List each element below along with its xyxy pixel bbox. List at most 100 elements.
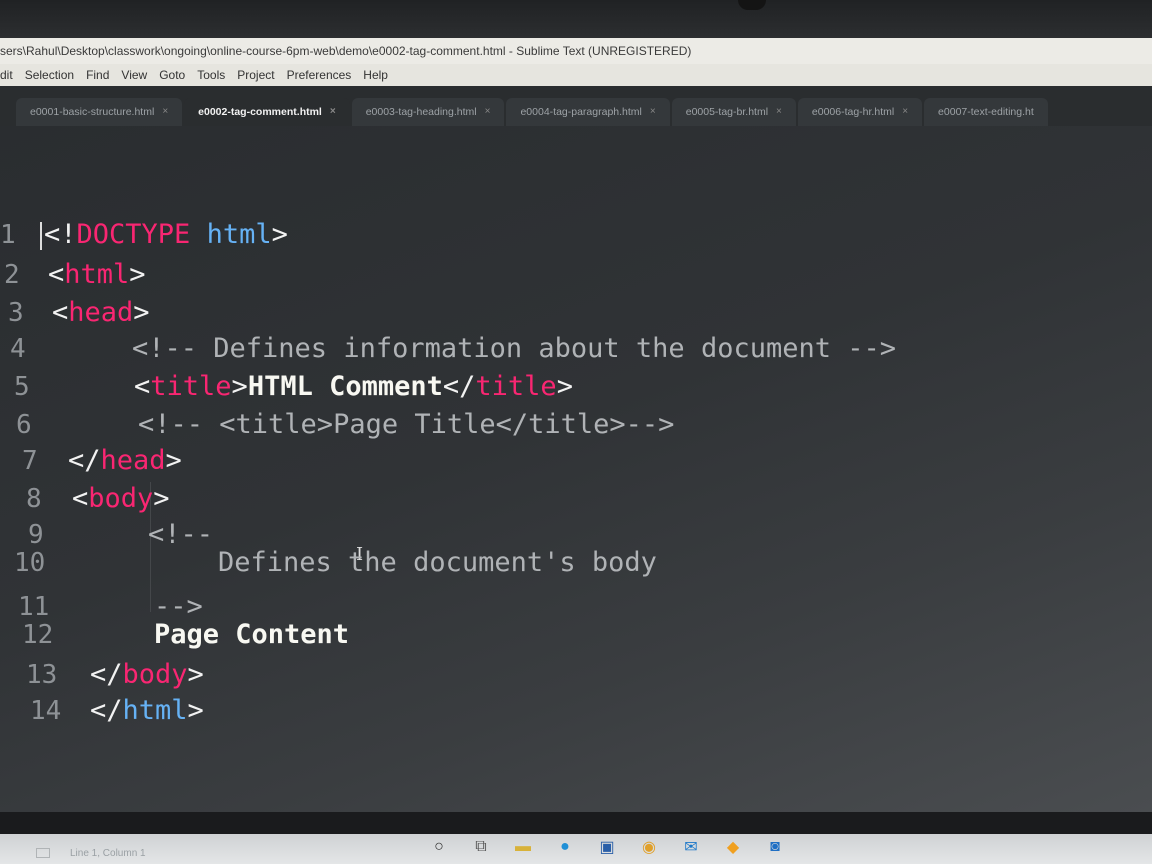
code-token: > xyxy=(165,445,182,476)
line-number: 7 xyxy=(22,446,38,476)
close-icon[interactable]: × xyxy=(330,98,336,126)
code-token: body xyxy=(88,483,154,514)
code-token: DOCTYPE xyxy=(76,219,191,250)
code-line[interactable]: </html> xyxy=(90,694,204,728)
menu-view[interactable]: View xyxy=(121,64,147,86)
menu-help[interactable]: Help xyxy=(363,64,388,86)
code-line[interactable]: Defines the document's body xyxy=(218,546,657,580)
window-title: sers\Rahul\Desktop\classwork\ongoing\onl… xyxy=(0,38,1152,64)
code-token: > xyxy=(187,695,204,726)
close-icon[interactable]: × xyxy=(162,98,168,126)
tab-label: e0005-tag-br.html xyxy=(685,106,769,118)
taskbar: ○ ⧉ ▬ ● ▣ ◉ ✉ ◆ ◙ xyxy=(428,836,786,858)
code-token: < xyxy=(52,297,69,328)
code-token: > xyxy=(271,219,288,250)
code-token: html xyxy=(206,219,272,250)
code-token: html xyxy=(64,259,130,290)
tab-label: e0002-tag-comment.html xyxy=(198,106,322,118)
tab-e0002[interactable]: e0002-tag-comment.html × xyxy=(184,98,350,126)
code-token: <!-- xyxy=(148,519,214,550)
code-token: > xyxy=(129,259,146,290)
code-line[interactable]: Page Content xyxy=(154,618,349,652)
menu-preferences[interactable]: Preferences xyxy=(287,64,352,86)
code-token: body xyxy=(122,659,188,690)
task-view-icon[interactable]: ⧉ xyxy=(470,836,492,858)
close-icon[interactable]: × xyxy=(485,98,491,126)
menu-goto[interactable]: Goto xyxy=(159,64,185,86)
line-number: 2 xyxy=(4,260,20,290)
tab-label: e0001-basic-structure.html xyxy=(30,106,155,118)
code-token: Defines the document's body xyxy=(218,547,657,578)
close-icon[interactable]: × xyxy=(902,98,908,126)
line-number: 5 xyxy=(14,372,30,402)
code-line[interactable]: <html> xyxy=(48,258,146,292)
code-token: Page Content xyxy=(154,619,350,650)
tab-e0005[interactable]: e0005-tag-br.html × xyxy=(671,98,796,126)
tab-label: e0003-tag-heading.html xyxy=(365,106,477,118)
line-number: 13 xyxy=(26,660,58,690)
code-token: </ xyxy=(90,659,123,690)
code-token: head xyxy=(100,445,166,476)
menu-tools[interactable]: Tools xyxy=(197,64,225,86)
code-line[interactable]: <body> xyxy=(72,482,170,516)
code-token: <!-- Defines information about the docum… xyxy=(132,333,897,364)
line-number: 3 xyxy=(8,298,24,328)
code-token: </ xyxy=(90,695,123,726)
close-icon[interactable]: × xyxy=(776,98,782,126)
line-number: 4 xyxy=(10,334,26,364)
menu-project[interactable]: Project xyxy=(237,64,274,86)
code-token: < xyxy=(72,483,89,514)
sublime-window: sers\Rahul\Desktop\classwork\ongoing\onl… xyxy=(0,38,1152,864)
code-token: head xyxy=(68,297,134,328)
sublime-icon[interactable]: ◆ xyxy=(722,836,744,858)
panel-toggle-icon[interactable] xyxy=(36,848,50,858)
chrome-icon[interactable]: ◉ xyxy=(638,836,660,858)
code-token: title xyxy=(475,371,557,402)
line-number: 8 xyxy=(26,484,42,514)
code-line[interactable]: <!DOCTYPE html> xyxy=(40,218,288,252)
code-token: </ xyxy=(68,445,101,476)
code-token: > xyxy=(187,659,204,690)
cursor-position: Line 1, Column 1 xyxy=(70,848,146,859)
tab-e0003[interactable]: e0003-tag-heading.html × xyxy=(351,98,505,126)
line-number: 10 xyxy=(14,548,46,578)
webcam xyxy=(738,0,766,10)
mail-icon[interactable]: ✉ xyxy=(680,836,702,858)
store-icon[interactable]: ▣ xyxy=(596,836,618,858)
tab-e0004[interactable]: e0004-tag-paragraph.html × xyxy=(506,98,670,126)
code-token: > xyxy=(133,297,150,328)
edge-icon[interactable]: ● xyxy=(554,836,576,858)
code-token: html xyxy=(122,695,188,726)
menu-edit[interactable]: dit xyxy=(0,64,13,86)
code-editor[interactable]: I 1 <!DOCTYPE html> 2 <html> 3 <head> 4 <!-- De… xyxy=(0,126,1152,812)
code-token: <! xyxy=(44,219,77,250)
tab-bar: e0001-basic-structure.html × e0002-tag-c… xyxy=(0,86,1152,126)
code-token: </ xyxy=(442,371,476,402)
tab-e0001[interactable]: e0001-basic-structure.html × xyxy=(16,98,183,126)
tab-label: e0007-text-editing.ht xyxy=(938,106,1034,118)
code-line[interactable]: <title>HTML Comment</title> xyxy=(134,370,573,404)
close-icon[interactable]: × xyxy=(650,98,656,126)
code-line[interactable]: <!-- Defines information about the docum… xyxy=(132,332,896,366)
code-token: <!-- <title>Page Title</title>--> xyxy=(138,409,675,440)
tab-e0007[interactable]: e0007-text-editing.ht xyxy=(924,98,1048,126)
line-number: 1 xyxy=(0,220,16,250)
code-line[interactable]: <head> xyxy=(52,296,150,330)
tab-e0006[interactable]: e0006-tag-hr.html × xyxy=(797,98,923,126)
app-icon[interactable]: ◙ xyxy=(764,836,786,858)
menu-bar: dit Selection Find View Goto Tools Proje… xyxy=(0,64,1152,86)
line-number: 14 xyxy=(30,696,62,726)
search-circle-icon[interactable]: ○ xyxy=(428,836,450,858)
line-number: 12 xyxy=(22,620,54,650)
code-line[interactable]: </head> xyxy=(68,444,182,478)
file-explorer-icon[interactable]: ▬ xyxy=(512,836,534,858)
menu-selection[interactable]: Selection xyxy=(25,64,74,86)
menu-find[interactable]: Find xyxy=(86,64,109,86)
code-token: < xyxy=(48,259,65,290)
code-line[interactable]: <!-- <title>Page Title</title>--> xyxy=(138,408,674,442)
code-token: > xyxy=(556,371,573,402)
code-line[interactable]: </body> xyxy=(90,658,204,692)
code-line[interactable]: <!-- xyxy=(148,518,213,552)
code-token: HTML Comment xyxy=(247,371,443,402)
